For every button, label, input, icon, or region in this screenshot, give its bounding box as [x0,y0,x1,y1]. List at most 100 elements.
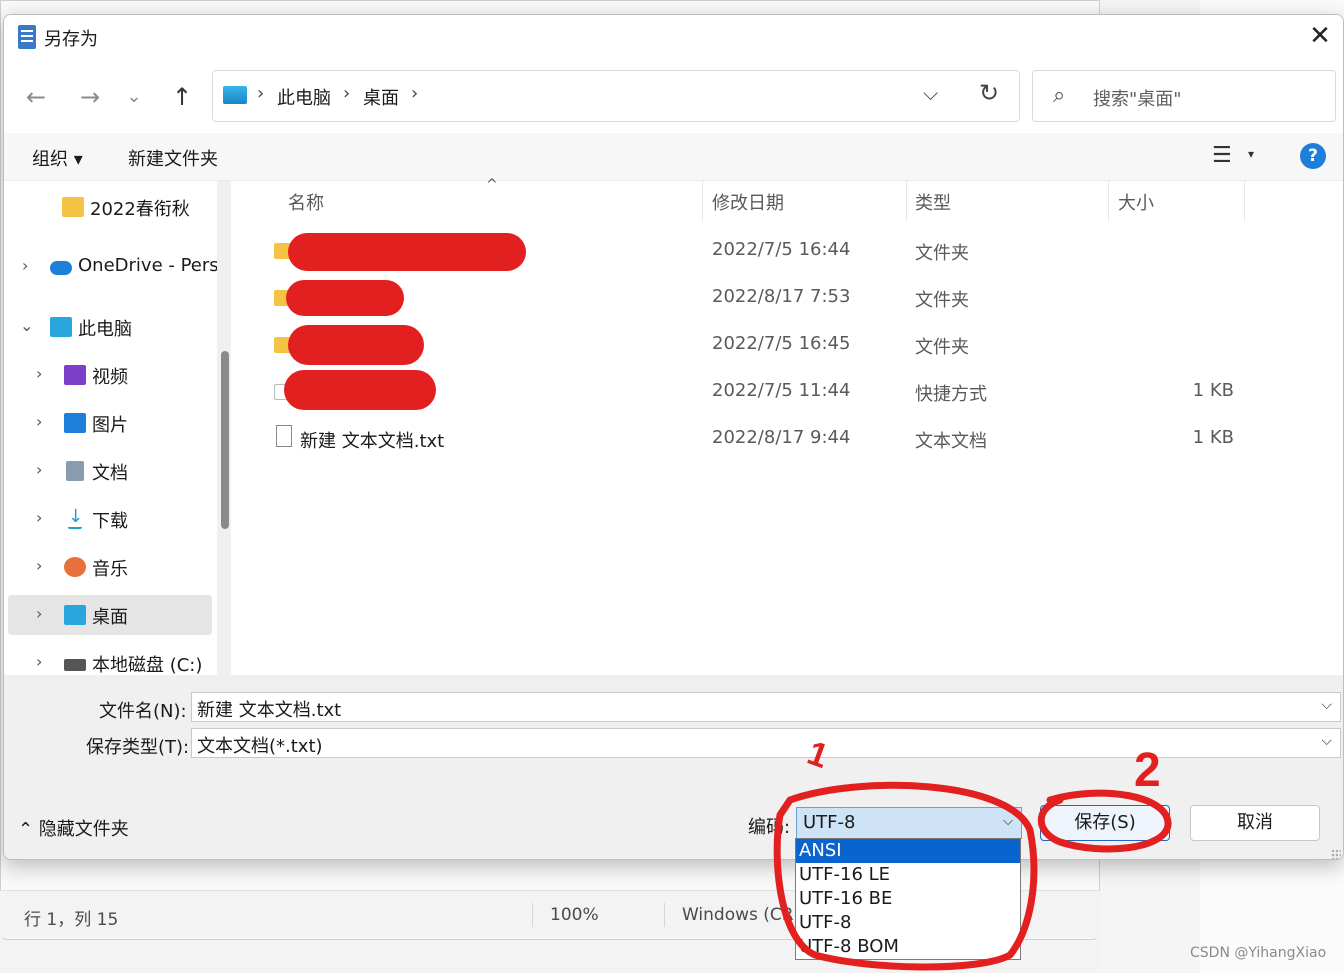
encoding-option-utf8[interactable]: UTF-8 [796,911,1020,935]
sidebar-item-pictures[interactable]: › 图片 [8,403,212,443]
file-date: 2022/7/5 11:44 [712,380,851,401]
recent-locations-chevron-icon[interactable]: ⌄ [116,79,152,115]
save-button[interactable]: 保存(S) [1040,805,1170,841]
sidebar-item-desktop[interactable]: › 桌面 [8,595,212,635]
computer-icon [50,317,72,337]
filetype-dropdown-icon[interactable]: ⌵ [1321,733,1332,749]
cancel-button[interactable]: 取消 [1190,805,1320,841]
forward-arrow-icon[interactable]: → [72,79,108,115]
file-row[interactable]: 2022/7/5 16:45 文件夹 [268,321,1268,367]
breadcrumb-this-pc[interactable]: 此电脑 [277,84,331,110]
column-header-size[interactable]: 大小 [1118,189,1154,215]
file-row[interactable]: 新建 文本文档.txt 2022/8/17 9:44 文本文档 1 KB [268,415,1268,461]
filename-label: 文件名(N): [99,701,187,722]
expand-chevron-icon[interactable]: › [36,412,42,431]
back-arrow-icon[interactable]: ← [18,79,54,115]
column-separator[interactable] [1108,181,1109,221]
file-list: 名称 ^ 修改日期 类型 大小 2022/7/5 16:44 文件夹 2022/… [242,177,1343,675]
sidebar-item-local-disk[interactable]: › 本地磁盘 (C:) [8,643,212,675]
sidebar-item-label: 图片 [92,415,128,436]
sidebar-item-onedrive[interactable]: › OneDrive - Pers [8,247,219,287]
collapse-chevron-icon[interactable]: ⌄ [20,316,33,335]
encoding-option-utf8bom[interactable]: UTF-8 BOM [796,935,1020,959]
notepad-icon [18,25,36,49]
column-separator[interactable] [906,181,907,221]
search-icon: ⌕ [1053,83,1066,108]
dialog-titlebar: 另存为 ✕ [4,15,1343,59]
encoding-dropdown-list: ANSI UTF-16 LE UTF-16 BE UTF-8 UTF-8 BOM [795,838,1021,960]
command-bar: 组织 ▾ 新建文件夹 ☰ ▾ ? [4,133,1343,181]
expand-chevron-icon[interactable]: › [36,460,42,479]
filename-input[interactable]: 新建 文本文档.txt ⌵ [191,692,1341,722]
organize-button[interactable]: 组织 ▾ [32,145,83,171]
encoding-option-utf16be[interactable]: UTF-16 BE [796,887,1020,911]
status-separator [664,903,665,927]
search-box[interactable]: ⌕ 搜索"桌面" [1032,70,1336,122]
file-date: 2022/8/17 9:44 [712,427,851,448]
refresh-icon[interactable]: ↻ [979,79,999,107]
redaction-mark [284,370,436,410]
music-icon [64,557,86,577]
filename-dropdown-icon[interactable]: ⌵ [1321,697,1332,713]
file-date: 2022/7/5 16:45 [712,333,851,354]
column-separator[interactable] [1244,181,1245,221]
resize-grip[interactable] [1331,849,1341,859]
expand-chevron-icon[interactable]: › [36,604,42,623]
view-list-icon[interactable]: ☰ [1212,143,1232,168]
file-date: 2022/7/5 16:44 [712,239,851,260]
file-type: 快捷方式 [915,384,987,405]
close-button[interactable]: ✕ [1297,15,1343,59]
sidebar-item-documents[interactable]: › 文档 [8,451,212,491]
save-as-dialog: 另存为 ✕ ← → ⌄ ↑ › 此电脑 › 桌面 › ⌵ ↻ ⌕ 搜索"桌面" … [3,14,1344,860]
expand-chevron-icon[interactable]: › [36,508,42,527]
encoding-dropdown-icon[interactable]: ⌵ [1003,814,1013,829]
redaction-mark [288,233,526,271]
encoding-select[interactable]: UTF-8 ⌵ [796,807,1022,839]
sidebar-item-folder[interactable]: 2022春衔秋 [8,187,212,227]
picture-icon [64,413,86,433]
expand-chevron-icon[interactable]: › [22,256,28,275]
sidebar-item-downloads[interactable]: › ↓ 下载 [8,499,212,539]
search-input[interactable]: 搜索"桌面" [1093,85,1182,111]
new-folder-button[interactable]: 新建文件夹 [128,145,218,171]
breadcrumb-separator-icon[interactable]: › [343,83,350,104]
breadcrumb-desktop[interactable]: 桌面 [363,84,399,110]
column-header-date[interactable]: 修改日期 [712,189,784,215]
column-header-type[interactable]: 类型 [915,189,951,215]
navigation-scrollbar[interactable] [217,181,231,675]
sidebar-item-videos[interactable]: › 视频 [8,355,212,395]
view-dropdown-icon[interactable]: ▾ [1248,147,1254,161]
redaction-mark [288,325,424,365]
sidebar-item-music[interactable]: › 音乐 [8,547,212,587]
navigation-bar: ← → ⌄ ↑ › 此电脑 › 桌面 › ⌵ ↻ ⌕ 搜索"桌面" [4,59,1343,133]
file-type: 文本文档 [915,431,987,452]
onedrive-cloud-icon [50,261,72,275]
save-options-panel: 文件名(N): 新建 文本文档.txt ⌵ 保存类型(T): 文本文档(*.tx… [4,675,1343,859]
address-bar[interactable]: › 此电脑 › 桌面 › ⌵ ↻ [212,70,1020,122]
address-dropdown-icon[interactable]: ⌵ [923,81,938,105]
expand-chevron-icon[interactable]: › [36,364,42,383]
sidebar-item-label: 本地磁盘 (C:) [92,655,203,675]
drive-icon [64,659,86,671]
expand-chevron-icon[interactable]: › [36,652,42,671]
column-header-name[interactable]: 名称 [288,189,324,215]
column-separator[interactable] [702,181,703,221]
file-row[interactable]: 2022/8/17 7:53 文件夹 [268,274,1268,320]
expand-chevron-icon[interactable]: › [36,556,42,575]
file-row[interactable]: 2022/7/5 16:44 文件夹 [268,227,1268,273]
help-button[interactable]: ? [1300,143,1326,169]
file-date: 2022/8/17 7:53 [712,286,851,307]
file-row[interactable]: 2022/7/5 11:44 快捷方式 1 KB [268,368,1268,414]
hide-folders-button[interactable]: ⌃ 隐藏文件夹 [18,815,129,841]
filetype-select[interactable]: 文本文档(*.txt) ⌵ [191,728,1341,758]
filename-value: 新建 文本文档.txt [197,700,342,721]
breadcrumb-separator-icon[interactable]: › [257,83,264,104]
encoding-option-ansi[interactable]: ANSI [796,839,1020,863]
sidebar-item-label: 桌面 [92,607,128,628]
sidebar-item-this-pc[interactable]: ⌄ 此电脑 [8,307,212,347]
scrollbar-thumb[interactable] [221,351,229,529]
up-arrow-icon[interactable]: ↑ [164,79,200,115]
breadcrumb-separator-icon[interactable]: › [411,83,418,104]
folder-icon [62,197,84,217]
encoding-option-utf16le[interactable]: UTF-16 LE [796,863,1020,887]
